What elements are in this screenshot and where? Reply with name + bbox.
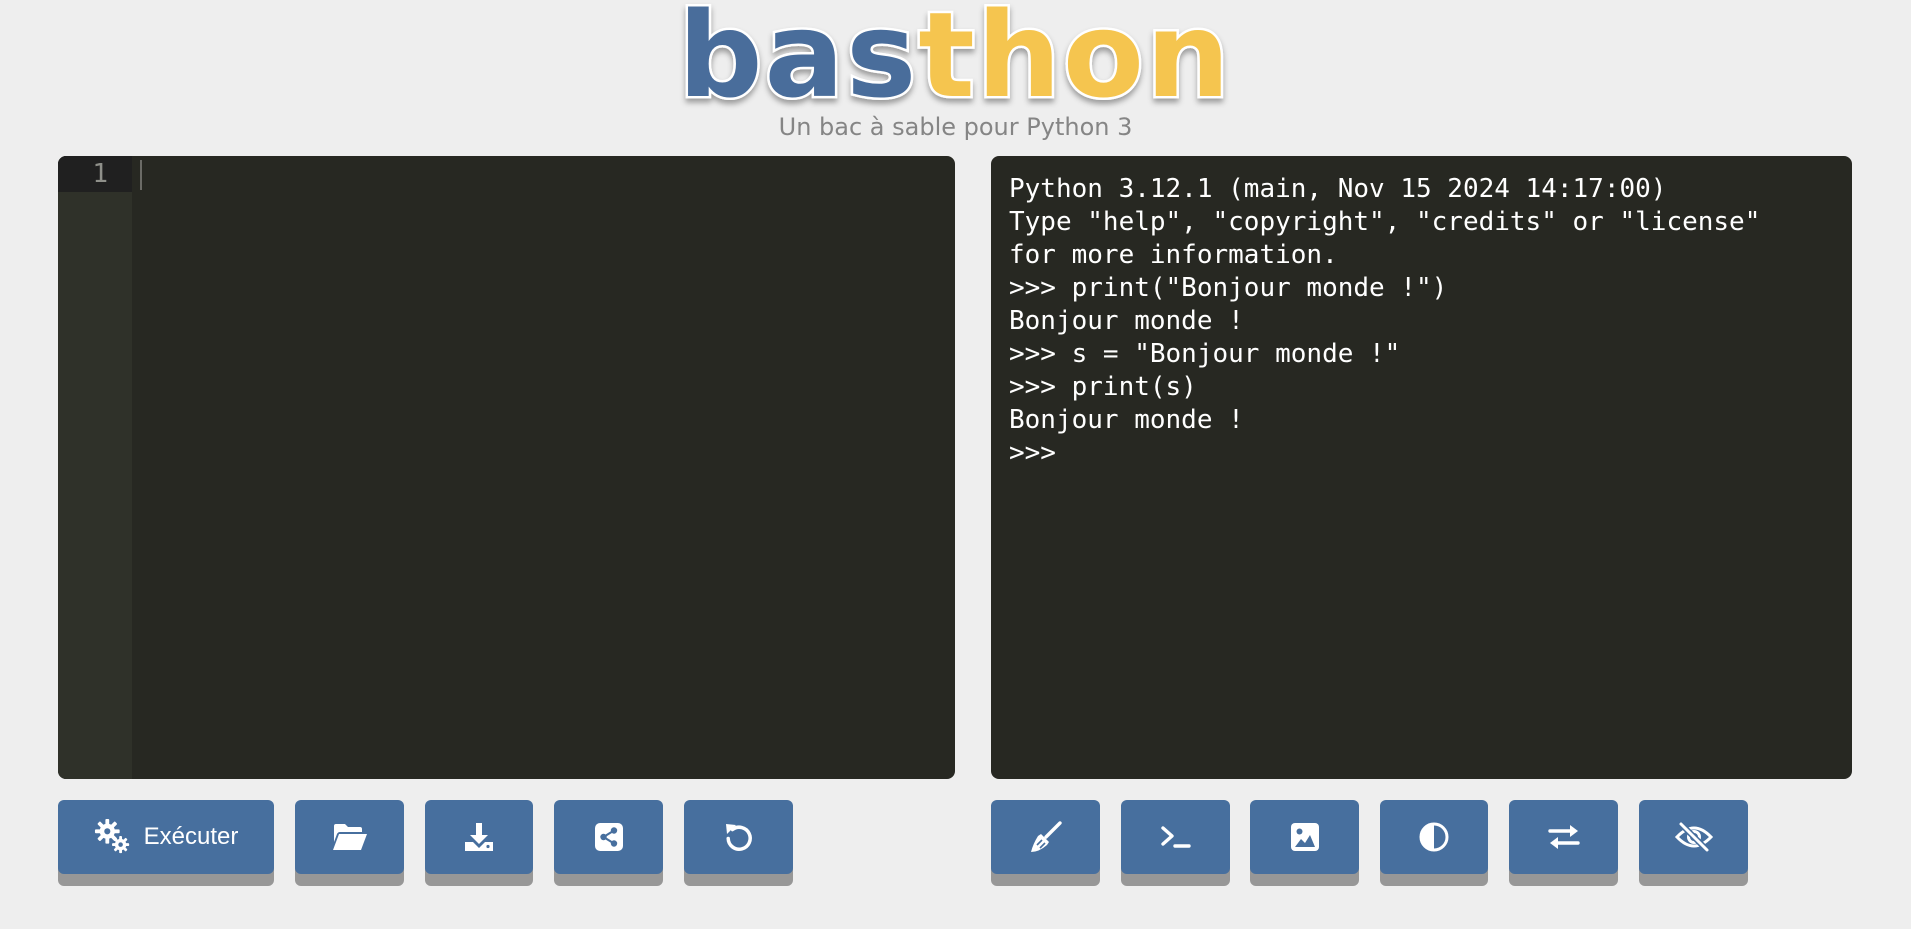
graphics-button[interactable] (1250, 800, 1359, 874)
console-line: Type "help", "copyright", "credits" or "… (1009, 207, 1761, 237)
console-line: Python 3.12.1 (main, Nov 15 2024 14:17:0… (1009, 174, 1667, 204)
share-button[interactable] (554, 800, 663, 874)
broom-icon (1030, 821, 1062, 852)
folder-open-icon (332, 824, 367, 850)
basthon-logo: basthon (676, 0, 1233, 110)
undo-icon (725, 824, 752, 851)
gears-icon (94, 818, 129, 854)
shell-button[interactable] (1121, 800, 1230, 874)
console-prompt[interactable]: >>> (1009, 437, 1760, 470)
share-icon (594, 823, 623, 851)
console-line: >>> s = "Bonjour monde !" (1009, 339, 1401, 369)
console-line: Bonjour monde ! (1009, 405, 1244, 435)
swap-icon (1547, 825, 1580, 849)
run-button-label: Exécuter (143, 823, 239, 850)
line-number: 1 (92, 159, 108, 189)
active-line-gutter: 1 (58, 156, 132, 192)
hide-button[interactable] (1639, 800, 1748, 874)
run-button[interactable]: Exécuter (58, 800, 274, 874)
subtitle: Un bac à sable pour Python 3 (778, 113, 1133, 141)
basthon-page: basthon Un bac à sable pour Python 3 1 P… (0, 0, 1911, 929)
console-line: >>> print("Bonjour monde !") (1009, 273, 1448, 303)
console-output: Python 3.12.1 (main, Nov 15 2024 14:17:0… (1009, 173, 1760, 470)
terminal-icon (1160, 826, 1191, 848)
image-icon (1290, 823, 1319, 851)
download-icon (465, 823, 493, 851)
swap-button[interactable] (1509, 800, 1618, 874)
download-button[interactable] (425, 800, 533, 874)
theme-button[interactable] (1380, 800, 1488, 874)
console-line: >>> print(s) (1009, 372, 1197, 402)
svg-text:basthon: basthon (678, 0, 1232, 110)
editor-gutter: 1 (58, 156, 132, 779)
python-console[interactable]: Python 3.12.1 (main, Nov 15 2024 14:17:0… (991, 156, 1852, 779)
code-editor[interactable]: 1 (58, 156, 955, 779)
contrast-icon (1419, 822, 1449, 852)
reset-button[interactable] (684, 800, 793, 874)
open-button[interactable] (295, 800, 404, 874)
clear-console-button[interactable] (991, 800, 1100, 874)
console-line: for more information. (1009, 240, 1338, 270)
eye-slash-icon (1674, 821, 1713, 853)
console-line: Bonjour monde ! (1009, 306, 1244, 336)
text-cursor (140, 160, 142, 190)
